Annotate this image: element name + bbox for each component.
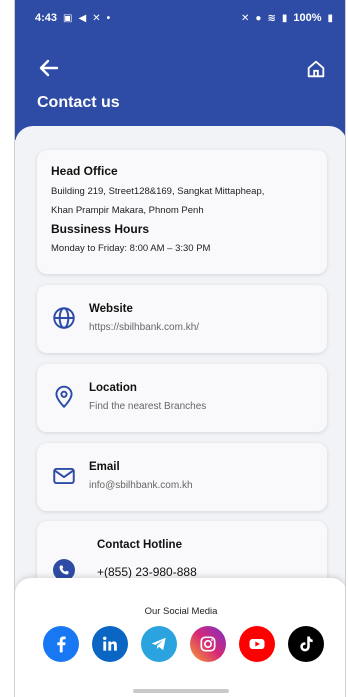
instagram-icon[interactable] <box>190 626 226 662</box>
wifi-icon: ≋ <box>267 12 276 24</box>
home-icon[interactable] <box>305 58 327 80</box>
email-title: Email <box>89 461 120 473</box>
address-line-2: Khan Prampir Makara, Phnom Penh <box>51 205 204 216</box>
business-hours-value: Monday to Friday: 8:00 AM – 3:30 PM <box>51 243 211 254</box>
battery-icon: ▮ <box>327 12 333 24</box>
website-url: https://sbilhbank.com.kh/ <box>89 322 200 333</box>
back-arrow-icon[interactable] <box>37 56 61 80</box>
app-header: 4:43 ▣ ◀ ✕ • ✕ ● ≋ ▮ 100% ▮ Contact us <box>15 0 345 140</box>
head-office-card: Head Office Building 219, Street128&169,… <box>37 150 327 274</box>
linkedin-icon[interactable] <box>92 626 128 662</box>
send-notification-icon: ◀ <box>78 12 87 24</box>
gallery-notification-icon: ▣ <box>63 12 73 24</box>
location-card[interactable]: Location Find the nearest Branches <box>37 364 327 432</box>
status-time: 4:43 <box>35 12 58 24</box>
email-card[interactable]: Email info@sbilhbank.com.kh <box>37 443 327 511</box>
hotline-number[interactable]: +(855) 23-980-888 <box>97 565 197 579</box>
business-hours-heading: Bussiness Hours <box>51 222 150 236</box>
mute-icon: ✕ <box>241 12 250 24</box>
more-notifications-icon: • <box>106 12 111 24</box>
head-office-heading: Head Office <box>51 164 118 178</box>
phone-screen: 4:43 ▣ ◀ ✕ • ✕ ● ≋ ▮ 100% ▮ Contact us H… <box>14 0 346 697</box>
home-indicator[interactable] <box>133 689 229 693</box>
status-bar: 4:43 ▣ ◀ ✕ • ✕ ● ≋ ▮ 100% ▮ <box>15 0 345 36</box>
website-title: Website <box>89 303 133 315</box>
address-line-1: Building 219, Street128&169, Sangkat Mit… <box>51 186 265 197</box>
social-media-sheet: Our Social Media <box>15 578 345 697</box>
social-media-title: Our Social Media <box>144 606 218 617</box>
battery-percent: 100% <box>293 12 322 24</box>
signal-icon: ▮ <box>281 12 288 24</box>
location-title: Location <box>89 382 137 394</box>
globe-icon <box>53 307 75 329</box>
mail-icon <box>53 467 75 485</box>
page-title: Contact us <box>37 94 120 111</box>
hotline-title: Contact Hotline <box>97 539 182 551</box>
telegram-icon[interactable] <box>141 626 177 662</box>
youtube-icon[interactable] <box>239 626 275 662</box>
tiktok-icon[interactable] <box>288 626 324 662</box>
facebook-icon[interactable] <box>43 626 79 662</box>
location-subtitle: Find the nearest Branches <box>89 401 207 412</box>
location-status-icon: ● <box>255 12 262 24</box>
location-pin-icon <box>55 385 73 408</box>
email-address: info@sbilhbank.com.kh <box>89 480 193 491</box>
missed-call-icon: ✕ <box>92 12 101 24</box>
website-card[interactable]: Website https://sbilhbank.com.kh/ <box>37 285 327 353</box>
social-icons-row <box>43 626 324 662</box>
